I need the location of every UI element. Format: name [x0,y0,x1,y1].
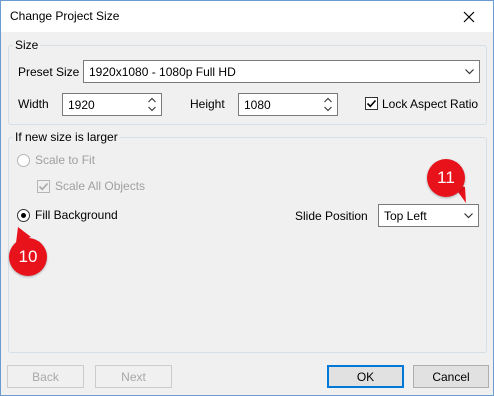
next-button[interactable]: Next [95,365,172,388]
title-bar: Change Project Size [1,1,493,32]
chevron-down-icon [465,69,474,75]
larger-size-group-label: If new size is larger [13,130,120,144]
cancel-button[interactable]: Cancel [413,365,489,388]
callout-badge-10: 10 [9,238,47,276]
change-project-size-dialog: Change Project Size Size Preset Size 192… [0,0,494,396]
lock-aspect-ratio-checkbox[interactable] [365,97,378,110]
width-value: 1920 [68,98,95,112]
radio-selected-dot [21,213,26,218]
height-value: 1080 [244,98,271,112]
ok-button[interactable]: OK [327,365,404,388]
spin-arrows-icon[interactable] [323,96,333,113]
chevron-down-icon [464,213,473,219]
preset-size-label: Preset Size [18,65,80,79]
size-group-label: Size [13,38,41,52]
width-label: Width [18,97,49,111]
scale-to-fit-radio[interactable] [17,154,30,167]
fill-background-label: Fill Background [35,208,118,222]
scale-all-objects-label: Scale All Objects [55,179,146,193]
callout-badge-11: 11 [427,159,465,197]
width-input[interactable]: 1920 [62,93,162,116]
larger-size-group: If new size is larger Scale to Fit Scale… [8,130,487,353]
dialog-title: Change Project Size [10,9,120,23]
height-label: Height [190,97,225,111]
spin-arrows-icon[interactable] [147,96,157,113]
preset-size-select[interactable]: 1920x1080 - 1080p Full HD [83,60,480,83]
checkmark-icon [38,182,49,191]
close-icon [463,11,475,22]
size-group: Size Preset Size 1920x1080 - 1080p Full … [8,38,487,125]
lock-aspect-ratio-label: Lock Aspect Ratio [382,97,479,111]
slide-position-select[interactable]: Top Left [378,204,479,227]
slide-position-label: Slide Position [295,209,368,223]
fill-background-radio[interactable] [17,209,30,222]
back-button[interactable]: Back [7,365,84,388]
checkmark-icon [366,99,377,108]
height-input[interactable]: 1080 [238,93,338,116]
scale-all-objects-checkbox[interactable] [37,180,50,193]
scale-to-fit-label: Scale to Fit [35,153,96,167]
close-button[interactable] [447,2,491,31]
slide-position-value: Top Left [384,209,427,223]
preset-size-value: 1920x1080 - 1080p Full HD [89,65,236,79]
